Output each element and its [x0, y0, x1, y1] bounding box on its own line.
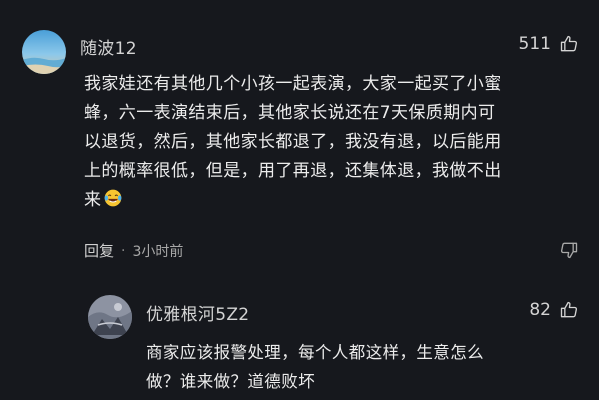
comment-username[interactable]: 随波12 — [80, 34, 137, 59]
comment-line-text: 来 — [84, 190, 102, 210]
comment-meta: 回复 · 3小时前 — [84, 240, 183, 261]
laughing-tears-emoji — [103, 188, 123, 208]
thumbs-up-icon[interactable] — [559, 34, 579, 54]
reply-avatar[interactable] — [88, 295, 132, 339]
comment-line: 蜂，六一表演结束后，其他家长说还在7天保质期内可 — [84, 103, 496, 123]
comment-item: 随波12 511 我家娃还有其他几个小孩一起表演，大家一起买了小蜜 蜂，六一表演… — [0, 0, 599, 270]
thumbs-down-icon[interactable] — [559, 240, 579, 260]
reply-like-group: 82 — [529, 300, 579, 320]
separator-dot: · — [121, 242, 126, 259]
comment-line: 来 — [84, 186, 584, 215]
reply-like-count: 82 — [529, 300, 551, 320]
like-count: 511 — [518, 34, 551, 54]
comment-time: 3小时前 — [132, 243, 184, 260]
reply-username[interactable]: 优雅根河5Z2 — [146, 300, 249, 325]
reply-item: 优雅根河5Z2 82 商家应该报警处理，每个人都这样，生意怎么 做？谁来做？道德… — [0, 280, 599, 400]
reply-line: 做？谁来做？道德败坏 — [146, 372, 315, 391]
comment-line: 上的概率很低，但是，用了再退，还集体退，我做不出 — [84, 161, 502, 181]
reply-button[interactable]: 回复 — [84, 240, 114, 261]
comment-text: 我家娃还有其他几个小孩一起表演，大家一起买了小蜜 蜂，六一表演结束后，其他家长说… — [84, 70, 584, 215]
like-group: 511 — [519, 34, 579, 54]
thumbs-up-icon[interactable] — [559, 300, 579, 320]
reply-text: 商家应该报警处理，每个人都这样，生意怎么 做？谁来做？道德败坏 — [146, 338, 586, 396]
comment-line: 以退货，然后，其他家长都退了，我没有退，以后能用 — [84, 132, 502, 152]
comment-line: 我家娃还有其他几个小孩一起表演，大家一起买了小蜜 — [84, 74, 502, 94]
avatar[interactable] — [22, 30, 66, 74]
reply-line: 商家应该报警处理，每个人都这样，生意怎么 — [146, 343, 484, 362]
